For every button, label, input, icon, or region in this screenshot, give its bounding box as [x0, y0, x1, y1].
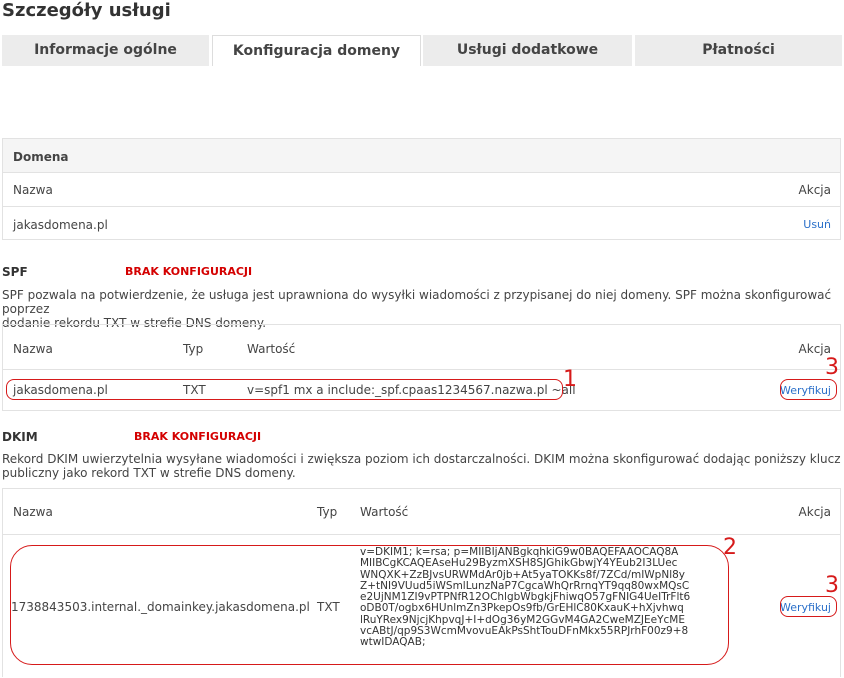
annotation-box-2 [10, 545, 729, 665]
tab-bar: Informacje ogólne Konfiguracja domeny Us… [2, 35, 842, 66]
domain-table: Domena Nazwa Akcja jakasdomena.pl Usuń [2, 138, 841, 240]
annotation-number-3a: 3 [825, 355, 839, 380]
column-header-name: Nazwa [13, 342, 53, 356]
column-header-type: Typ [183, 342, 204, 356]
column-header-name: Nazwa [13, 183, 53, 197]
tab-additional-services[interactable]: Usługi dodatkowe [423, 35, 632, 66]
spf-description-line: SPF pozwala na potwierdzenie, że usługa … [2, 288, 832, 316]
column-header-value: Wartość [360, 505, 409, 519]
domain-table-header: Domena [3, 139, 840, 172]
tab-payments[interactable]: Płatności [635, 35, 842, 66]
dkim-table-columns: Nazwa Typ Wartość Akcja [3, 489, 840, 534]
dkim-description: Rekord DKIM uwierzytelnia wysyłane wiado… [2, 452, 841, 480]
column-header-type: Typ [317, 505, 338, 519]
column-header-name: Nazwa [13, 505, 53, 519]
annotation-number-2: 2 [723, 535, 737, 560]
annotation-box-3b [780, 596, 837, 617]
table-row: jakasdomena.pl Usuń [3, 206, 840, 240]
column-header-action: Akcja [798, 183, 831, 197]
domain-table-title: Domena [13, 150, 69, 164]
column-header-action: Akcja [798, 342, 831, 356]
delete-domain-link[interactable]: Usuń [803, 218, 831, 231]
dkim-section-label: DKIM [2, 430, 38, 444]
annotation-number-3b: 3 [825, 573, 839, 598]
column-header-action: Akcja [798, 505, 831, 519]
spf-section-label: SPF [2, 265, 28, 279]
dkim-description-line: publiczny jako rekord TXT w strefie DNS … [2, 466, 296, 480]
tab-general-info[interactable]: Informacje ogólne [2, 35, 209, 66]
spf-table-columns: Nazwa Typ Wartość Akcja [3, 325, 840, 369]
column-header-value: Wartość [247, 342, 296, 356]
tab-domain-config[interactable]: Konfiguracja domeny [212, 35, 421, 66]
page-title: Szczegóły usługi [2, 0, 171, 21]
dkim-description-line: Rekord DKIM uwierzytelnia wysyłane wiado… [2, 452, 841, 466]
domain-name: jakasdomena.pl [13, 218, 108, 232]
spf-status-badge: BRAK KONFIGURACJI [125, 265, 253, 278]
dkim-status-badge: BRAK KONFIGURACJI [134, 430, 262, 443]
annotation-box-1 [6, 379, 563, 400]
domain-table-columns: Nazwa Akcja [3, 172, 840, 206]
annotation-box-3a [780, 379, 837, 400]
annotation-number-1: 1 [563, 367, 577, 392]
